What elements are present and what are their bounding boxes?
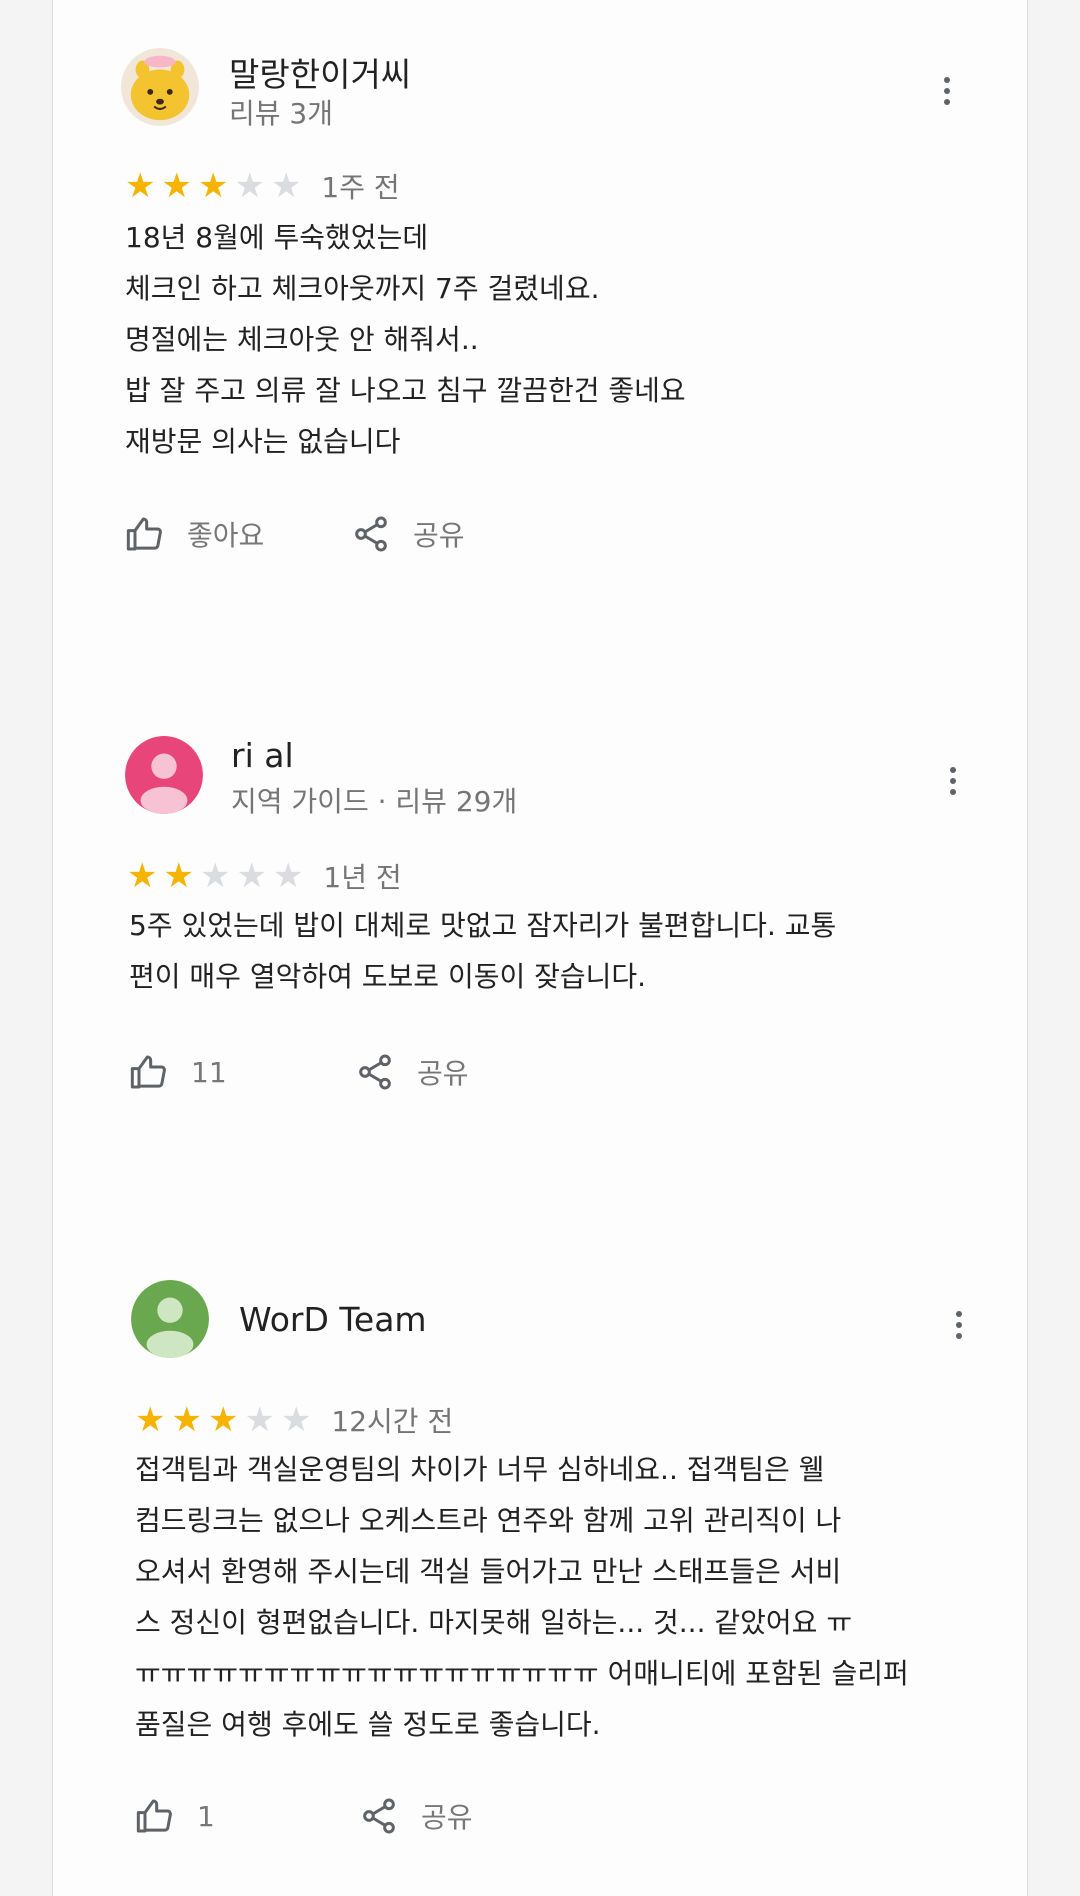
yellow-character-icon: [121, 48, 199, 126]
star-icon: ★: [244, 1400, 275, 1440]
star-icon: ★: [272, 856, 304, 896]
thumbs-up-icon: [136, 1799, 172, 1833]
review-line: 접객팀과 객실운영팀의 차이가 너무 심하네요.. 접객팀은 웰: [135, 1453, 825, 1486]
review-time: 1년 전: [323, 861, 402, 894]
star-icon: ★: [125, 166, 156, 206]
reviews-panel: 말랑한이거씨 리뷰 3개 ★ ★ ★ ★ ★ 1주 전 18년 8월에 투숙했었…: [52, 0, 1028, 1896]
thumbs-up-icon: [126, 517, 162, 551]
star-icon: ★: [135, 1400, 166, 1440]
reviewer-name[interactable]: ri al: [231, 736, 294, 775]
reviewer-meta: 리뷰 3개: [229, 97, 333, 130]
review-line: 컴드링크는 없으나 오케스트라 연주와 함께 고위 관리직이 나: [135, 1504, 842, 1537]
review-line: ㅠㅠㅠㅠㅠㅠㅠㅠㅠㅠㅠㅠㅠㅠㅠㅠㅠㅠ 어매니티에 포함된 슬리퍼: [135, 1657, 909, 1690]
review-line: 체크인 하고 체크아웃까지 7주 걸렸네요.: [125, 272, 600, 305]
star-icon: ★: [199, 856, 231, 896]
share-button[interactable]: 공유: [359, 1796, 473, 1836]
review-text: 18년 8월에 투숙했었는데 체크인 하고 체크아웃까지 7주 걸렸네요. 명절…: [125, 212, 686, 467]
review-line: 명절에는 체크아웃 안 해줘서..: [125, 323, 479, 356]
review-line: 스 정신이 형편없습니다. 마지못해 일하는... 것... 같았어요 ㅠ: [135, 1606, 853, 1639]
reviewer-name[interactable]: 말랑한이거씨: [229, 48, 411, 96]
star-icon: ★: [280, 1400, 312, 1440]
like-label: 좋아요: [187, 519, 265, 552]
reviewer-name[interactable]: WorD Team: [239, 1300, 427, 1339]
review-time: 12시간 전: [331, 1405, 454, 1438]
avatar[interactable]: [121, 48, 199, 126]
more-options-icon[interactable]: [939, 1300, 979, 1350]
like-button[interactable]: 좋아요: [125, 514, 264, 554]
avatar[interactable]: [131, 1280, 209, 1358]
share-icon: [359, 1054, 391, 1090]
star-rating: ★ ★ ★ ★ ★ 1주 전: [125, 166, 400, 206]
more-options-icon[interactable]: [933, 756, 973, 806]
review-line: 품질은 여행 후에도 쓸 정도로 좋습니다.: [135, 1708, 601, 1741]
like-count: 1: [197, 1799, 215, 1833]
review-text: 접객팀과 객실운영팀의 차이가 너무 심하네요.. 접객팀은 웰 컴드링크는 없…: [135, 1444, 909, 1750]
review-time: 1주 전: [321, 171, 400, 204]
star-icon: ★: [161, 166, 192, 206]
star-icon: ★: [127, 856, 158, 896]
review-line: 18년 8월에 투숙했었는데: [125, 221, 429, 254]
star-rating: ★ ★ ★ ★ ★ 1년 전: [127, 856, 402, 896]
star-icon: ★: [197, 166, 229, 206]
person-icon: [125, 736, 203, 814]
person-icon: [131, 1280, 209, 1358]
reviewer-meta: 지역 가이드 · 리뷰 29개: [231, 785, 518, 818]
star-icon: ★: [270, 166, 302, 206]
review-line: 5주 있었는데 밥이 대체로 맛없고 잠자리가 불편합니다. 교통: [129, 909, 837, 942]
like-button[interactable]: 1: [135, 1796, 215, 1836]
share-button[interactable]: 공유: [355, 1052, 469, 1092]
share-icon: [355, 516, 387, 552]
star-icon: ★: [234, 166, 265, 206]
like-count: 11: [191, 1055, 227, 1089]
review-line: 밥 잘 주고 의류 잘 나오고 침구 깔끔한건 좋네요: [125, 374, 686, 407]
star-rating: ★ ★ ★ ★ ★ 12시간 전: [135, 1400, 453, 1440]
like-button[interactable]: 11: [129, 1052, 227, 1092]
review-text: 5주 있었는데 밥이 대체로 맛없고 잠자리가 불편합니다. 교통 편이 매우 …: [129, 900, 836, 1002]
share-label: 공유: [421, 1801, 473, 1834]
more-options-icon[interactable]: [927, 66, 967, 116]
share-button[interactable]: 공유: [351, 514, 465, 554]
review-line: 오셔서 환영해 주시는데 객실 들어가고 만난 스태프들은 서비: [135, 1555, 842, 1588]
star-icon: ★: [171, 1400, 202, 1440]
review-line: 재방문 의사는 없습니다: [125, 425, 401, 458]
avatar[interactable]: [125, 736, 203, 814]
share-label: 공유: [413, 519, 465, 552]
star-icon: ★: [163, 856, 194, 896]
star-icon: ★: [236, 856, 267, 896]
share-icon: [363, 1798, 395, 1834]
share-label: 공유: [417, 1057, 469, 1090]
star-icon: ★: [207, 1400, 239, 1440]
thumbs-up-icon: [130, 1055, 166, 1089]
review-line: 편이 매우 열악하여 도보로 이동이 잦습니다.: [129, 960, 647, 993]
